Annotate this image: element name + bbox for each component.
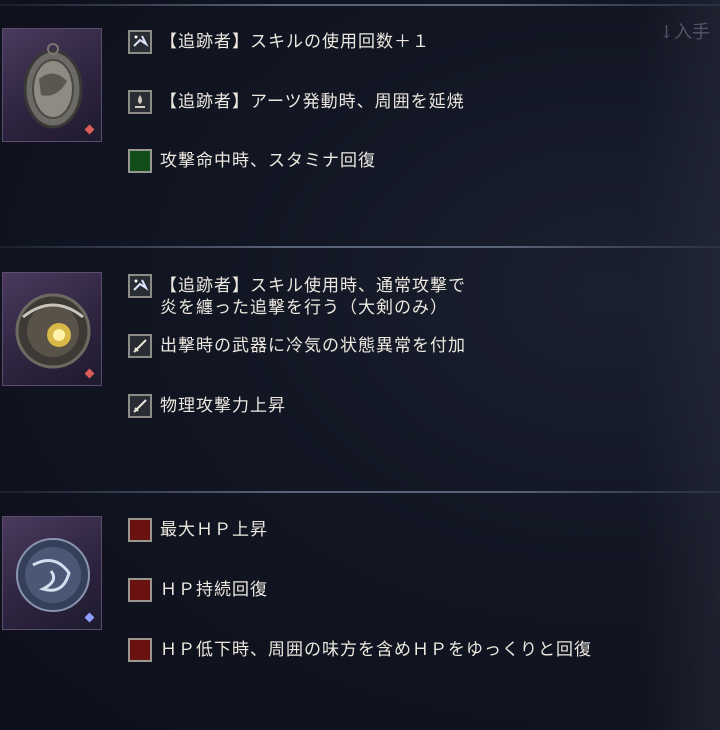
relic-slot-1[interactable] bbox=[2, 28, 102, 142]
sparkle-skill-icon bbox=[128, 274, 152, 298]
relic-slot-3[interactable] bbox=[2, 516, 102, 630]
red-square-icon bbox=[128, 578, 152, 602]
effect-row: ＨＰ持続回復 bbox=[128, 578, 268, 602]
effect-text: 出撃時の武器に冷気の状態異常を付加 bbox=[160, 336, 466, 356]
divider bbox=[0, 4, 720, 6]
effect-text: 攻撃命中時、スタミナ回復 bbox=[160, 151, 376, 171]
effect-text: 【追跡者】アーツ発動時、周囲を延焼 bbox=[160, 92, 465, 112]
effect-row: 攻撃命中時、スタミナ回復 bbox=[128, 149, 376, 173]
green-square-icon bbox=[128, 149, 152, 173]
sparkle-skill-icon bbox=[128, 30, 152, 54]
background-decoration bbox=[640, 0, 720, 730]
red-square-icon bbox=[128, 638, 152, 662]
acquired-sort-label: ↓入手 bbox=[658, 22, 710, 43]
effect-text: 最大ＨＰ上昇 bbox=[160, 520, 268, 540]
divider bbox=[0, 246, 720, 248]
effect-row: 【追跡者】アーツ発動時、周囲を延焼 bbox=[128, 90, 465, 114]
effect-text: 【追跡者】スキル使用時、通常攻撃で 炎を纏った追撃を行う（大剣のみ） bbox=[160, 276, 466, 318]
effect-row: 【追跡者】スキル使用時、通常攻撃で 炎を纏った追撃を行う（大剣のみ） bbox=[128, 274, 466, 319]
divider bbox=[0, 491, 720, 493]
effect-row: 【追跡者】スキルの使用回数＋１ bbox=[128, 30, 430, 54]
effect-text: 物理攻撃力上昇 bbox=[160, 396, 286, 416]
effect-row: 物理攻撃力上昇 bbox=[128, 394, 286, 418]
effect-row: ＨＰ低下時、周囲の味方を含めＨＰをゆっくりと回復 bbox=[128, 638, 592, 662]
effect-row: 最大ＨＰ上昇 bbox=[128, 518, 268, 542]
flame-art-icon bbox=[128, 90, 152, 114]
effect-text: ＨＰ低下時、周囲の味方を含めＨＰをゆっくりと回復 bbox=[160, 640, 592, 660]
effect-text: ＨＰ持続回復 bbox=[160, 580, 268, 600]
sword-icon bbox=[128, 334, 152, 358]
effect-text: 【追跡者】スキルの使用回数＋１ bbox=[160, 32, 430, 52]
red-square-icon bbox=[128, 518, 152, 542]
sword-icon bbox=[128, 394, 152, 418]
relic-slot-2[interactable] bbox=[2, 272, 102, 386]
effect-row: 出撃時の武器に冷気の状態異常を付加 bbox=[128, 334, 466, 358]
